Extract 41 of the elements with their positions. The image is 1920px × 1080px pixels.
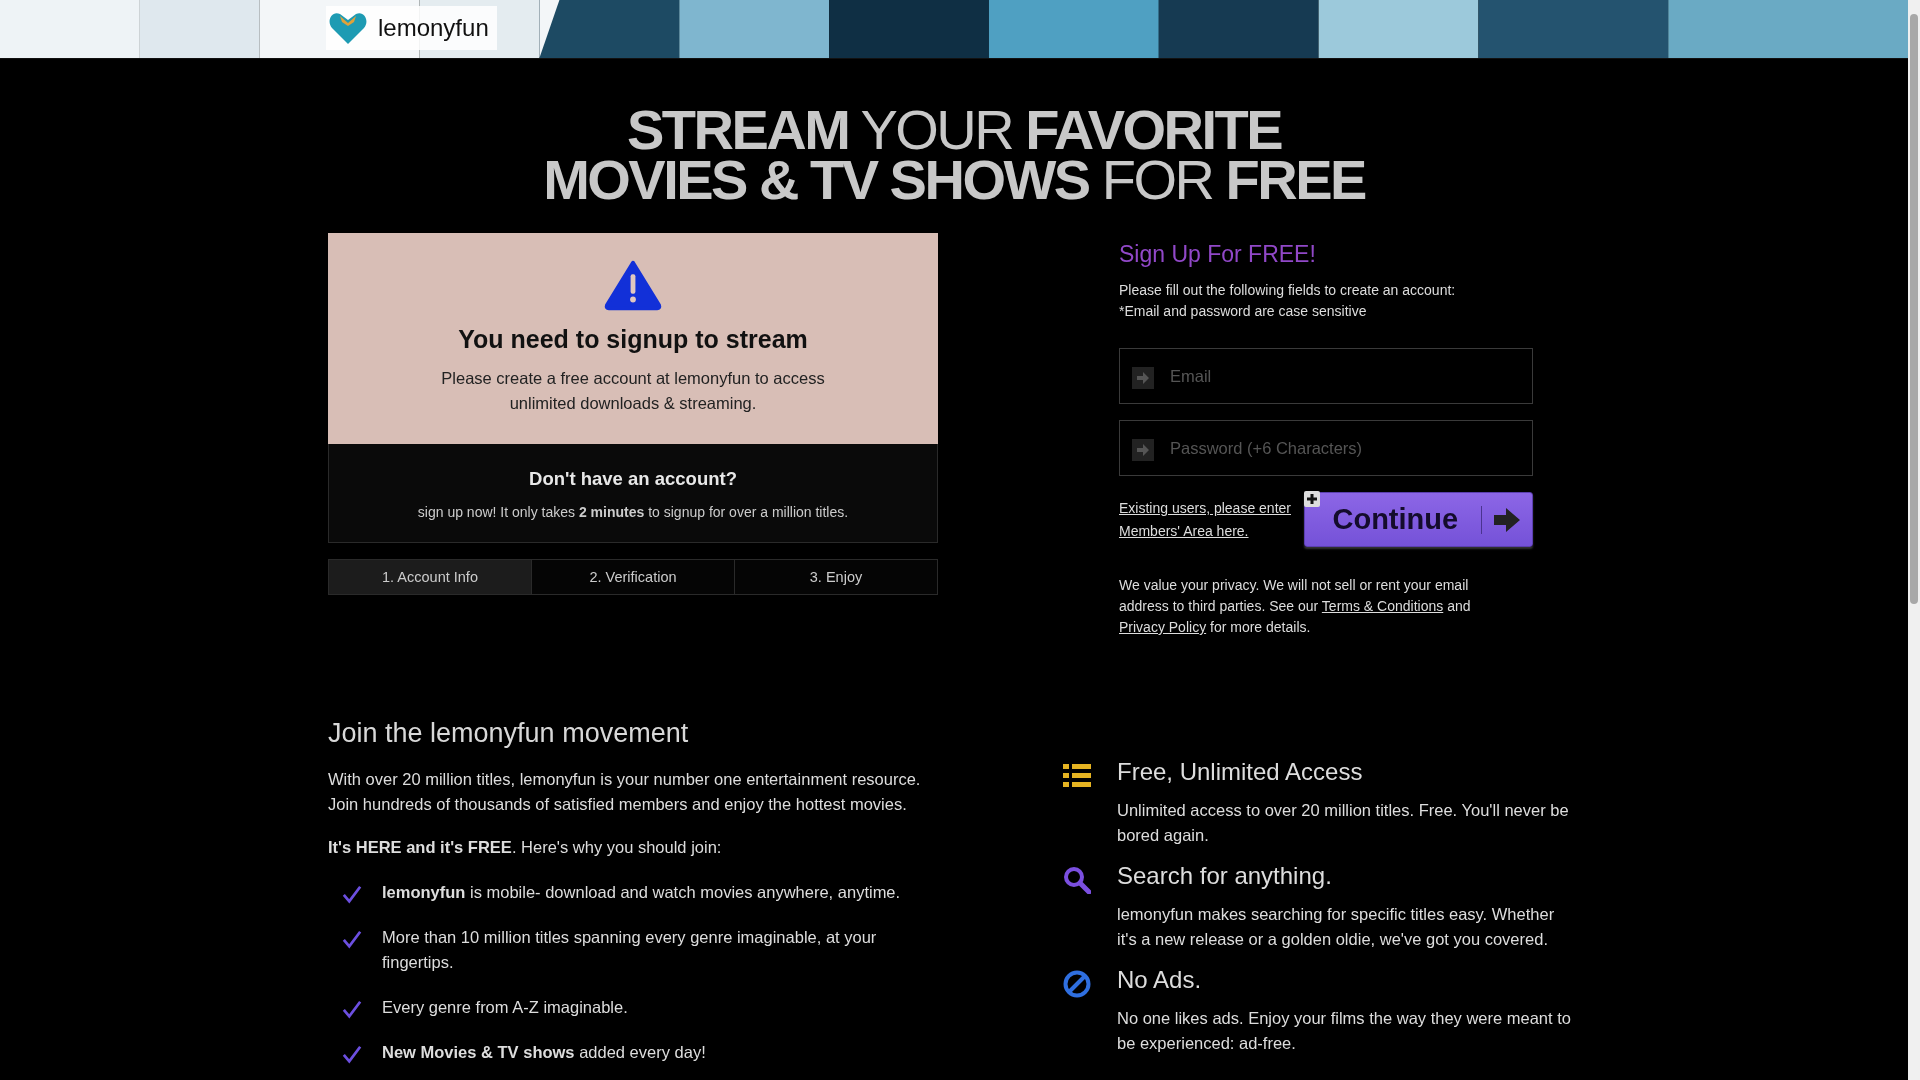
prompt-text: sign up now! It only takes 2 minutes to signup for over a million titles. (417, 504, 849, 520)
intro-text: With over 20 million titles, lemonyfun is your number one entertainment resource. Join hundreds of thousands of satisfied members and enjoy the hottest movies. (328, 769, 922, 815)
checkmark-icon (342, 999, 362, 1019)
step-tab[interactable]: 2. Verification (532, 560, 735, 594)
step-tab[interactable]: 1. Account Info (329, 560, 532, 594)
plus-icon (1304, 491, 1320, 507)
input-field[interactable]: Password (+6 Characters) (1119, 420, 1533, 476)
feature-text: Unlimited access to over 20 million titles. Free. You'll never be bored again. (1117, 800, 1570, 846)
feature-title: Search for anything. (1117, 862, 1333, 890)
continue-button[interactable]: Continue (1303, 492, 1533, 547)
feature-title: No Ads. (1117, 966, 1203, 994)
input-field[interactable]: Email (1119, 348, 1533, 404)
instruction-text: *Email and password are case sensitive (1119, 302, 1368, 321)
privacy-text: We value your privacy. We will not sell or rent your email address to third parties. See our Terms & Conditions and Privacy Policy for more details. (1119, 576, 1472, 637)
feature-text: No one likes ads. Enjoy your films the way they were meant to be experienced: ad-free. (1117, 1008, 1572, 1054)
checkmark-icon (342, 929, 362, 949)
benefit-text: More than 10 million titles spanning every genre imaginable, at your fingertips. (382, 927, 878, 973)
benefit-text: New Movies & TV shows added every day! (382, 1042, 706, 1063)
prompt-title: Don't have an account? (529, 468, 737, 490)
headline: STREAM YOUR FAVORITE (626, 105, 1282, 155)
members-link[interactable]: Existing users, please enter Members' Area here. (1119, 496, 1304, 543)
step-tab[interactable]: 3. Enjoy (735, 560, 937, 594)
notice-text: Please create a free account at lemonyfun to access unlimited downloads & streaming. (440, 368, 826, 414)
warning-icon (604, 259, 662, 311)
instruction-text: Please fill out the following fields to create an account: (1119, 281, 1457, 300)
notice-title: You need to signup to stream (458, 325, 808, 354)
arrow-icon (1481, 505, 1522, 534)
section-title: Join the lemonyfun movement (328, 718, 690, 749)
benefit-text: lemonyfun is mobile- download and watch movies anywhere, anytime. (382, 882, 901, 903)
privacy-policy-link[interactable]: Privacy Policy (1119, 619, 1207, 635)
headline: MOVIES & TV SHOWS FOR FREE (543, 155, 1365, 205)
checkmark-icon (342, 884, 362, 904)
heart-logo-icon (328, 10, 368, 46)
terms-link[interactable]: Terms & Conditions (1321, 598, 1444, 614)
checkmark-icon (342, 1044, 362, 1064)
feature-text: lemonyfun makes searching for specific titles easy. Whether it's a new release or a golden oldie, we've got you covered. (1117, 904, 1556, 950)
benefit-text: Every genre from A-Z imaginable. (382, 997, 628, 1018)
signup-title: Sign Up For FREE! (1119, 241, 1317, 268)
lead-text: It's HERE and it's FREE. Here's why you should join: (328, 837, 723, 858)
scrollbar[interactable] (1908, 0, 1920, 1080)
feature-title: Free, Unlimited Access (1117, 758, 1364, 786)
